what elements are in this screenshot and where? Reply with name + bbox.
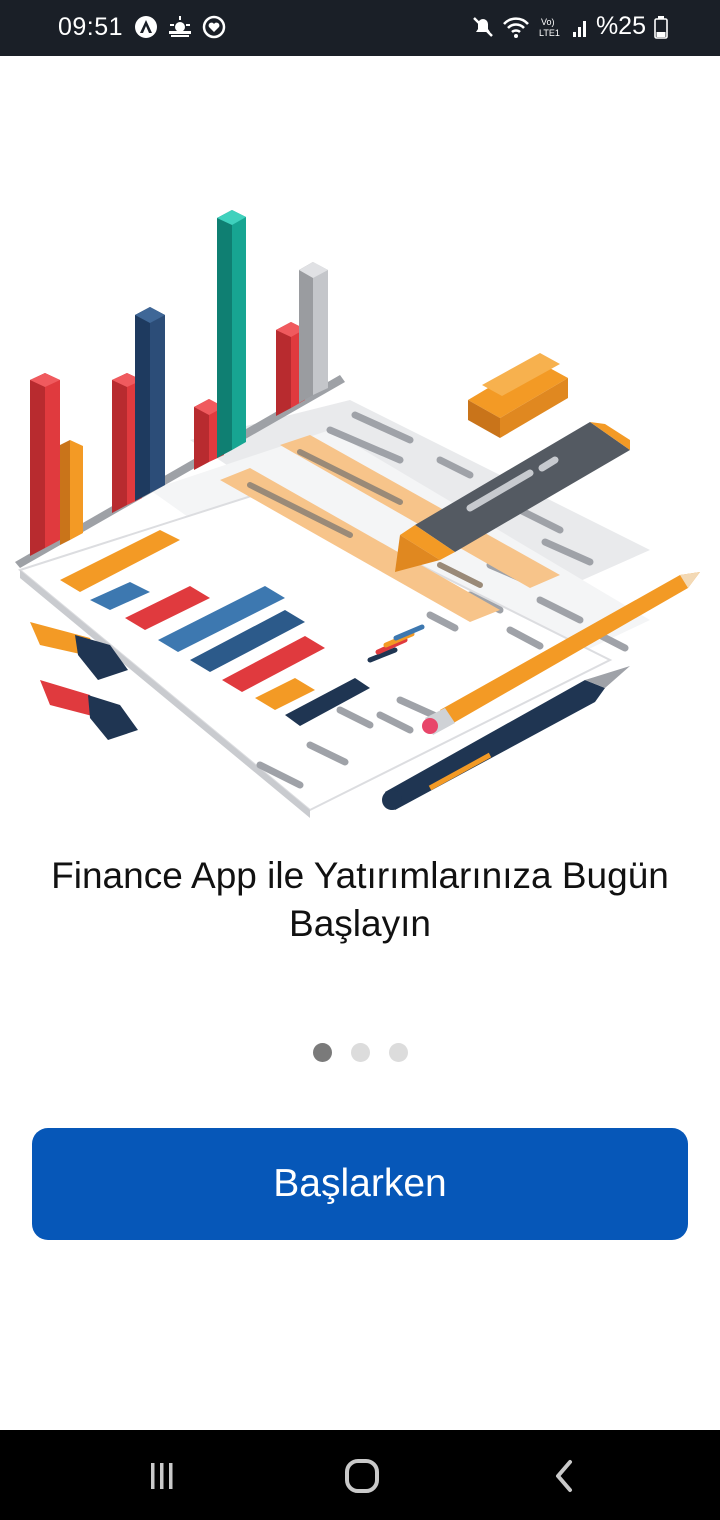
status-right: Vo) LTE1 %25 (472, 12, 668, 41)
weather-icon (169, 16, 191, 37)
battery-icon (654, 15, 668, 39)
heart-app-icon (202, 15, 226, 39)
page-dot-1[interactable] (312, 1043, 332, 1062)
page-dot-2[interactable] (350, 1043, 370, 1062)
status-time: 09:51 (58, 13, 124, 41)
svg-text:Vo): Vo) (541, 17, 555, 27)
onboarding-title: Finance App ile Yatırımlarınıza Bugün Ba… (51, 855, 669, 944)
page-dot-3[interactable] (388, 1043, 408, 1062)
get-started-button[interactable]: Başlarken (32, 1128, 688, 1240)
recents-button[interactable] (140, 1454, 184, 1498)
wifi-icon (503, 16, 529, 38)
recents-icon (151, 1463, 173, 1489)
back-icon (556, 1460, 572, 1492)
home-button[interactable] (340, 1454, 384, 1498)
back-button[interactable] (542, 1454, 586, 1498)
volte-lte-icon: Vo) LTE1 (539, 17, 560, 38)
status-left-icons (134, 15, 226, 39)
mute-icon (473, 16, 493, 37)
status-bar: 09:51 Vo) LTE1 %25 (0, 0, 720, 56)
finance-report-illustration (15, 210, 700, 818)
onboarding-screen: 09:51 Vo) LTE1 %25 Finance App ile Yatır… (0, 0, 720, 1520)
battery-percent: %25 (595, 12, 646, 40)
autopilot-icon (135, 16, 157, 38)
signal-icon (572, 20, 586, 37)
svg-text:LTE1: LTE1 (539, 28, 560, 38)
home-icon (345, 1459, 379, 1493)
page-indicator (0, 1043, 720, 1062)
system-nav-bar (0, 1430, 720, 1520)
